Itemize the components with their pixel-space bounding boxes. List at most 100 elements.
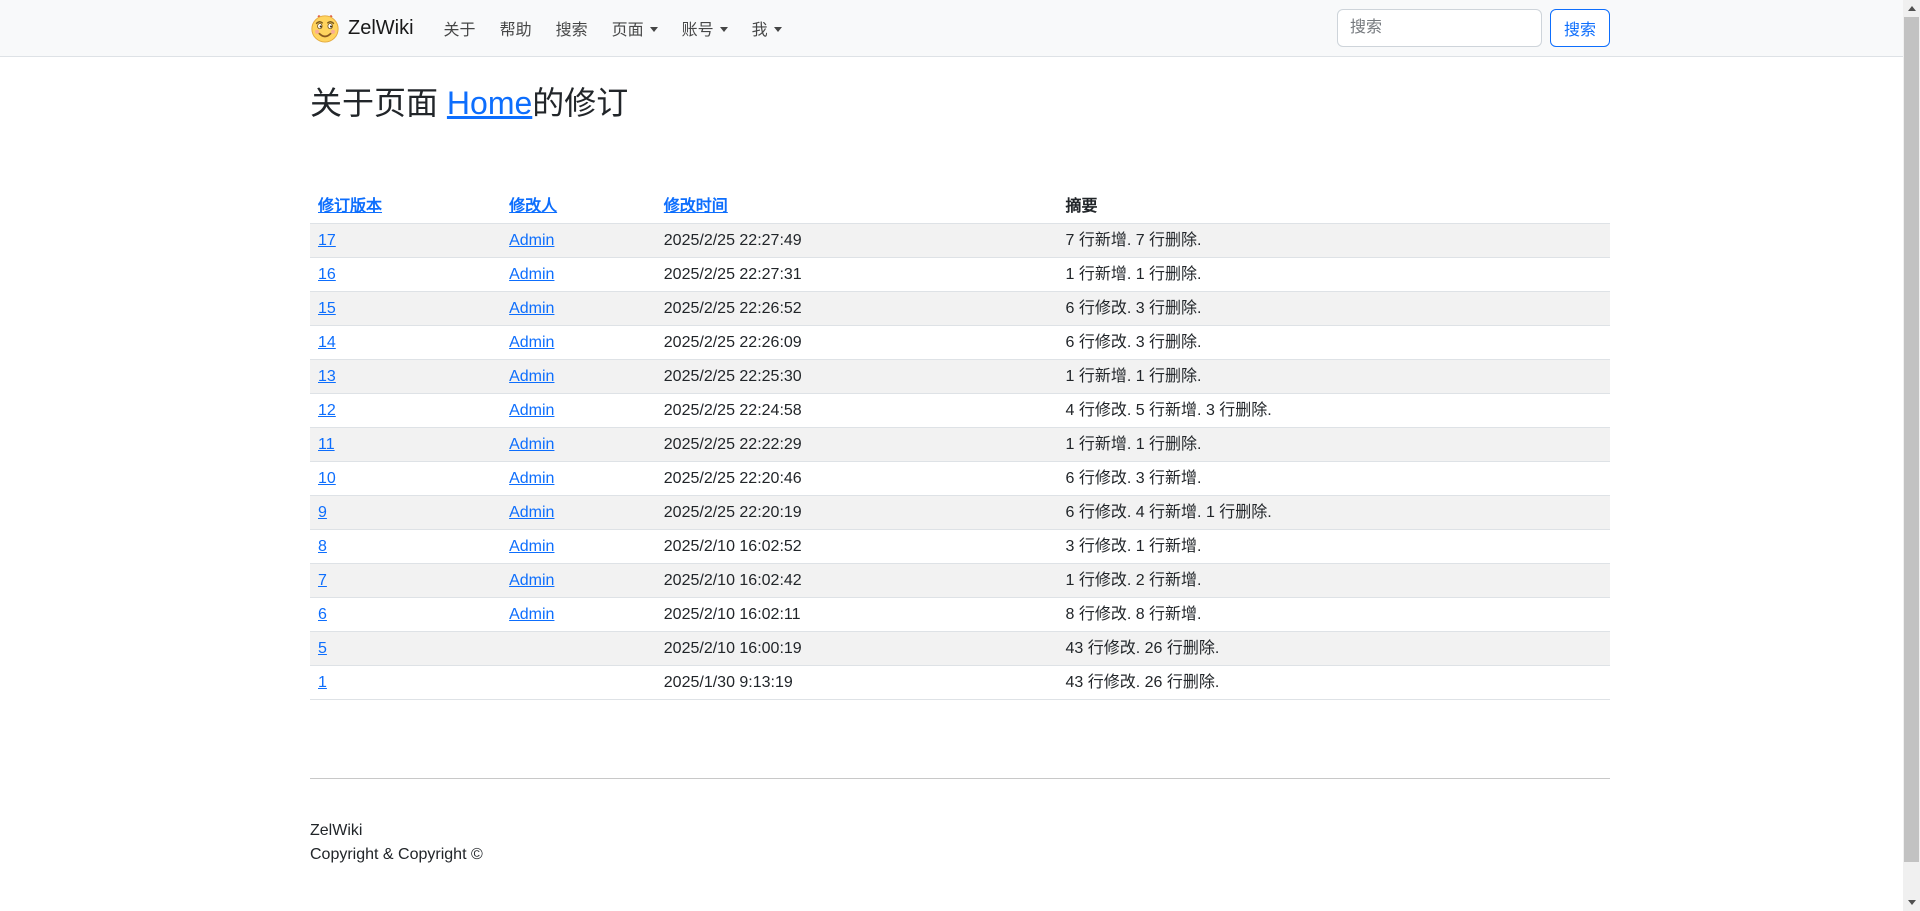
revision-link[interactable]: 9 [318,504,327,521]
revision-link[interactable]: 11 [318,436,335,453]
nav-item-about[interactable]: 关于 [432,8,488,48]
author-cell: Admin [501,496,656,530]
page-title: 关于页面 Home的修订 [310,84,1610,122]
revision-cell: 6 [310,598,501,632]
revision-link[interactable]: 12 [318,402,336,419]
summary-cell: 6 行修改. 3 行删除. [1057,326,1610,360]
author-link[interactable]: Admin [509,504,554,521]
summary-cell: 43 行修改. 26 行删除. [1057,666,1610,700]
sort-time-header[interactable]: 修改时间 [664,198,728,215]
search-input[interactable] [1337,9,1542,47]
brand-link[interactable]: ZelWiki [310,13,414,43]
revision-cell: 15 [310,292,501,326]
time-cell: 2025/2/25 22:25:30 [656,360,1058,394]
title-prefix: 关于页面 [310,85,447,121]
summary-cell: 1 行新增. 1 行删除. [1057,258,1610,292]
arrow-down-icon [1908,900,1916,905]
table-row: 10 Admin 2025/2/25 22:20:466 行修改. 3 行新增. [310,462,1610,496]
author-link[interactable]: Admin [509,436,554,453]
table-header-row: 修订版本 修改人 修改时间 摘要 [310,190,1610,224]
author-link[interactable]: Admin [509,606,554,623]
scroll-up-button[interactable] [1903,0,1920,17]
time-cell: 2025/2/10 16:02:52 [656,530,1058,564]
main-content: 关于页面 Home的修订 修订版本 修改人 修改时间 摘要 17Admin202… [310,57,1610,867]
sort-author-header[interactable]: 修改人 [509,198,557,215]
revision-link[interactable]: 13 [318,368,336,385]
author-link[interactable]: Admin [509,334,554,351]
author-cell: Admin [501,462,656,496]
revision-cell: 13 [310,360,501,394]
revision-cell: 16 [310,258,501,292]
revision-cell: 17 [310,224,501,258]
time-cell: 2025/2/25 22:26:52 [656,292,1058,326]
search-button[interactable]: 搜索 [1550,9,1610,47]
author-link[interactable]: Admin [509,572,554,589]
author-cell [501,632,656,666]
summary-cell: 1 行新增. 1 行删除. [1057,360,1610,394]
author-link[interactable]: Admin [509,402,554,419]
smiley-emoji-icon [310,13,340,43]
summary-cell: 43 行修改. 26 行删除. [1057,632,1610,666]
author-cell: Admin [501,564,656,598]
nav-item-pages-dropdown[interactable]: 页面 [600,8,670,48]
author-link[interactable]: Admin [509,300,554,317]
navbar: ZelWiki 关于 帮助 搜索 页面 账号 我 搜索 [0,0,1920,57]
sort-revision-header[interactable]: 修订版本 [318,198,382,215]
page-home-link[interactable]: Home [447,85,532,121]
table-row: 11Admin2025/2/25 22:22:291 行新增. 1 行删除. [310,428,1610,462]
revision-link[interactable]: 14 [318,334,336,351]
time-cell: 2025/2/25 22:20:19 [656,496,1058,530]
summary-cell: 7 行新增. 7 行删除. [1057,224,1610,258]
scrollbar-thumb[interactable] [1904,17,1919,862]
revision-link[interactable]: 1 [318,674,327,691]
table-row: 12Admin2025/2/25 22:24:584 行修改. 5 行新增. 3… [310,394,1610,428]
nav-item-help[interactable]: 帮助 [488,8,544,48]
time-cell: 2025/2/25 22:27:49 [656,224,1058,258]
table-row: 52025/2/10 16:00:1943 行修改. 26 行删除. [310,632,1610,666]
footer-divider [310,778,1610,779]
table-row: 9Admin2025/2/25 22:20:196 行修改. 4 行新增. 1 … [310,496,1610,530]
author-cell: Admin [501,394,656,428]
time-cell: 2025/2/25 22:26:09 [656,326,1058,360]
author-cell: Admin [501,428,656,462]
revision-cell: 8 [310,530,501,564]
nav-item-me-dropdown[interactable]: 我 [740,8,794,48]
revision-link[interactable]: 8 [318,538,327,555]
author-cell: Admin [501,326,656,360]
author-link[interactable]: Admin [509,368,554,385]
table-row: 14 Admin 2025/2/25 22:26:096 行修改. 3 行删除. [310,326,1610,360]
revision-cell: 14 [310,326,501,360]
summary-header: 摘要 [1057,190,1610,224]
table-row: 6Admin2025/2/10 16:02:118 行修改. 8 行新增. [310,598,1610,632]
revision-link[interactable]: 5 [318,640,327,657]
nav-item-search[interactable]: 搜索 [544,8,600,48]
author-link[interactable]: Admin [509,266,554,283]
author-link[interactable]: Admin [509,538,554,555]
summary-cell: 1 行新增. 1 行删除. [1057,428,1610,462]
summary-cell: 4 行修改. 5 行新增. 3 行删除. [1057,394,1610,428]
author-cell [501,666,656,700]
revision-link[interactable]: 15 [318,300,336,317]
revision-cell: 10 [310,462,501,496]
time-cell: 2025/2/10 16:02:11 [656,598,1058,632]
revision-link[interactable]: 16 [318,266,336,283]
chevron-down-icon [720,27,728,32]
footer-copyright: Copyright & Copyright © [310,843,1610,867]
revision-link[interactable]: 6 [318,606,327,623]
nav-item-account-dropdown[interactable]: 账号 [670,8,740,48]
author-link[interactable]: Admin [509,470,554,487]
summary-cell: 3 行修改. 1 行新增. [1057,530,1610,564]
revision-link[interactable]: 10 [318,470,336,487]
scroll-down-button[interactable] [1903,894,1920,911]
summary-cell: 1 行修改. 2 行新增. [1057,564,1610,598]
revision-link[interactable]: 17 [318,232,336,249]
time-cell: 2025/2/10 16:02:42 [656,564,1058,598]
revision-link[interactable]: 7 [318,572,327,589]
time-cell: 2025/2/25 22:27:31 [656,258,1058,292]
footer-sitename: ZelWiki [310,819,1610,843]
summary-cell: 6 行修改. 3 行新增. [1057,462,1610,496]
author-link[interactable]: Admin [509,232,554,249]
author-cell: Admin [501,530,656,564]
time-cell: 2025/2/25 22:20:46 [656,462,1058,496]
scrollbar[interactable] [1903,0,1920,911]
